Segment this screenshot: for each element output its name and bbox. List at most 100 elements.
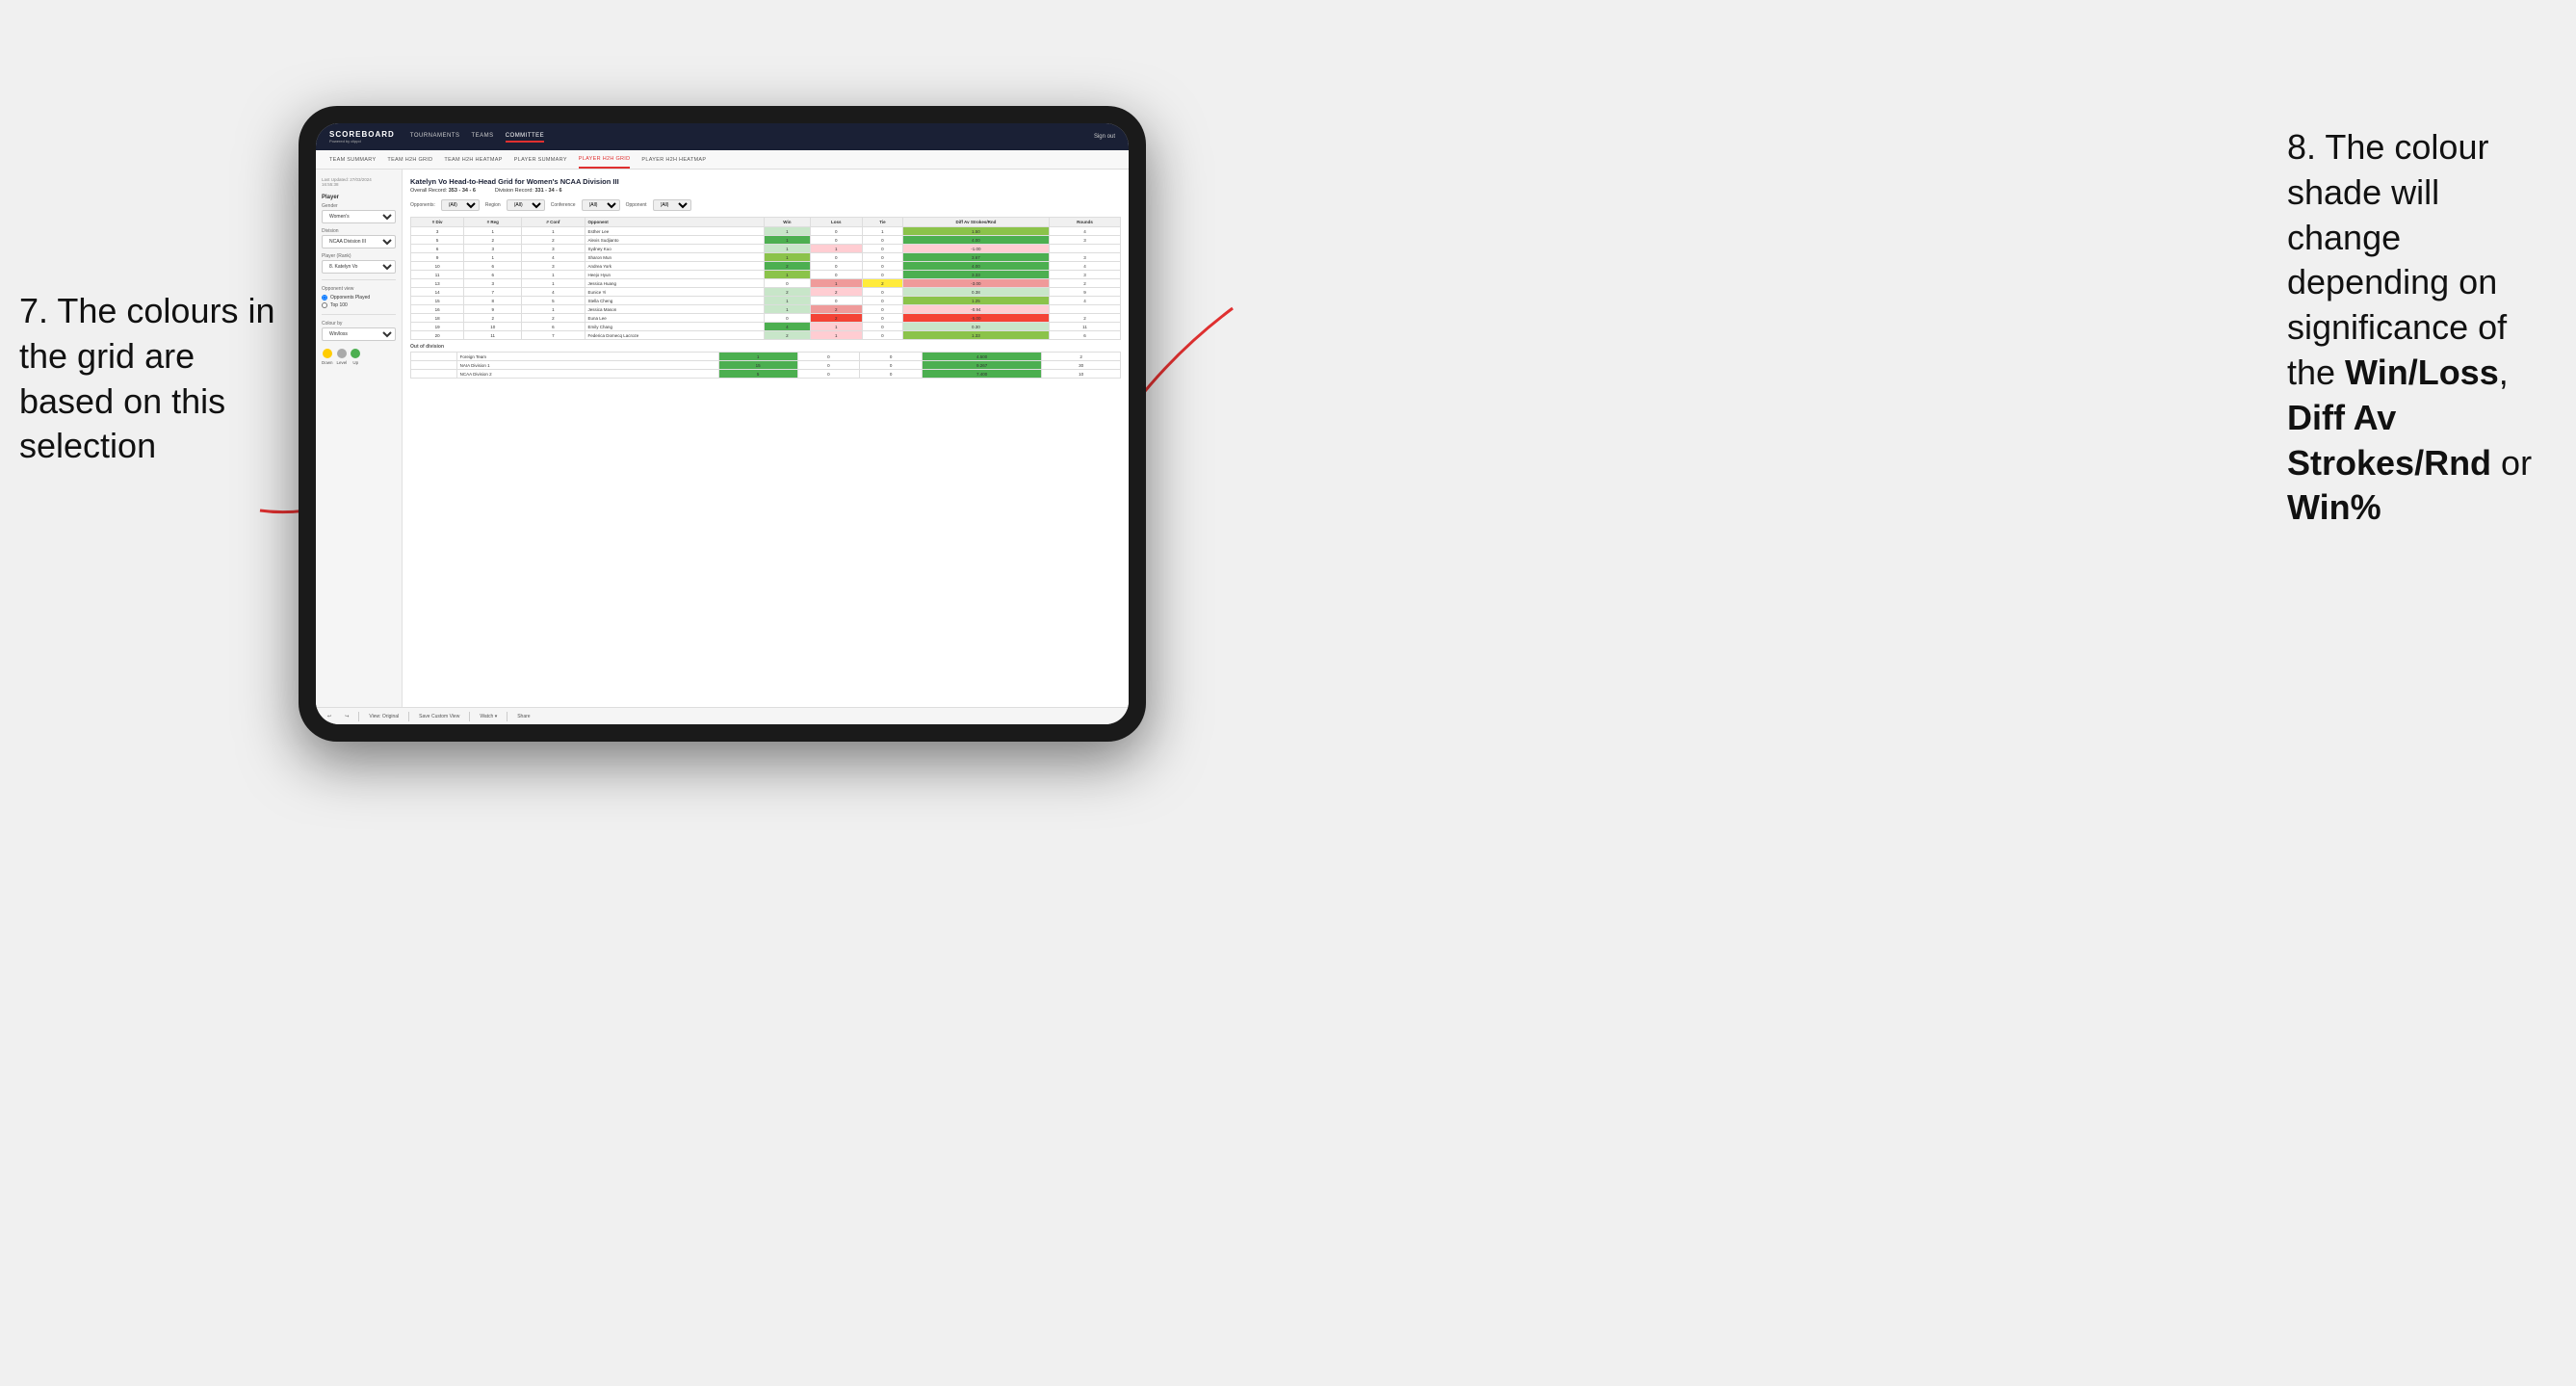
cell-diff: -5.00 xyxy=(902,314,1049,323)
cell-diff: -0.94 xyxy=(902,305,1049,314)
cell-conf: 1 xyxy=(522,227,585,236)
cell-opponent: Eunice Yi xyxy=(585,288,765,297)
table-row: 5 2 2 Alexis Sudjianto 1 0 0 4.00 3 xyxy=(411,236,1121,245)
region-filter[interactable]: (All) xyxy=(507,199,545,211)
colour-dot-up xyxy=(351,349,360,358)
cell-conf: 7 xyxy=(522,331,585,340)
cell-win: 2 xyxy=(765,262,810,271)
logo: SCOREBOARD Powered by clippd xyxy=(329,130,395,144)
cell-win: 1 xyxy=(765,305,810,314)
cell-conf: 6 xyxy=(522,323,585,331)
cell-loss: 0 xyxy=(797,361,860,370)
cell-rounds: 3 xyxy=(1050,236,1121,245)
overall-record: Overall Record: 353 - 34 - 6 xyxy=(410,188,476,194)
cell-tie: 0 xyxy=(863,305,903,314)
cell-rounds: 4 xyxy=(1050,227,1121,236)
toolbar-sep-2 xyxy=(408,712,409,721)
sub-nav: TEAM SUMMARY TEAM H2H GRID TEAM H2H HEAT… xyxy=(316,150,1129,170)
cell-opponent: Jessica Mason xyxy=(585,305,765,314)
cell-rounds: 10 xyxy=(1042,370,1121,379)
undo-btn[interactable]: ↩ xyxy=(324,713,335,720)
cell-reg: 8 xyxy=(464,297,522,305)
table-row: 13 3 1 Jessica Huang 0 1 2 -3.00 2 xyxy=(411,279,1121,288)
radio-opponents-played[interactable]: Opponents Played xyxy=(322,295,396,301)
cell-opponent: Andrea York xyxy=(585,262,765,271)
subnav-player-h2h-heatmap[interactable]: PLAYER H2H HEATMAP xyxy=(641,150,706,169)
table-row: 9 1 4 Sharon Mun 1 0 0 3.67 3 xyxy=(411,253,1121,262)
cell-div: 11 xyxy=(411,271,464,279)
cell-div: 5 xyxy=(411,236,464,245)
cell-opponent: Alexis Sudjianto xyxy=(585,236,765,245)
cell-rounds: 6 xyxy=(1050,331,1121,340)
colour-legend: Down Level Up xyxy=(322,349,396,365)
cell-loss: 0 xyxy=(810,271,863,279)
grid-title: Katelyn Vo Head-to-Head Grid for Women's… xyxy=(410,177,1121,186)
cell-tie: 0 xyxy=(863,253,903,262)
subnav-team-summary[interactable]: TEAM SUMMARY xyxy=(329,150,376,169)
top-nav: SCOREBOARD Powered by clippd TOURNAMENTS… xyxy=(316,123,1129,150)
subnav-player-h2h-grid[interactable]: PLAYER H2H GRID xyxy=(579,150,631,169)
opponents-filter[interactable]: (All) xyxy=(441,199,480,211)
tablet-screen: SCOREBOARD Powered by clippd TOURNAMENTS… xyxy=(316,123,1129,724)
nav-teams[interactable]: TEAMS xyxy=(472,131,494,143)
share-label: Share xyxy=(517,714,530,719)
table-row: 3 1 1 Esther Lee 1 0 1 1.50 4 xyxy=(411,227,1121,236)
cell-reg: 1 xyxy=(464,253,522,262)
save-custom-btn[interactable]: Save Custom View xyxy=(415,713,463,720)
share-btn[interactable]: Share xyxy=(513,713,533,720)
colour-up: Up xyxy=(351,349,360,365)
cell-rounds: 2 xyxy=(1050,314,1121,323)
subnav-team-h2h-grid[interactable]: TEAM H2H GRID xyxy=(387,150,432,169)
cell-empty xyxy=(411,361,457,370)
cell-rounds xyxy=(1050,305,1121,314)
h2h-table: # Div # Reg # Conf Opponent Win Loss Tie… xyxy=(410,217,1121,340)
cell-win: 1 xyxy=(765,236,810,245)
cell-win: 2 xyxy=(765,331,810,340)
view-original-label: View: Original xyxy=(369,714,399,719)
cell-conf: 5 xyxy=(522,297,585,305)
sidebar-player-title: Player xyxy=(322,195,396,200)
cell-div: 6 xyxy=(411,245,464,253)
save-custom-label: Save Custom View xyxy=(419,714,459,719)
conference-filter[interactable]: (All) xyxy=(582,199,620,211)
colour-by-field: Colour by Win/loss Diff Av Strokes/Rnd W… xyxy=(322,321,396,341)
colour-dot-level xyxy=(337,349,347,358)
cell-diff: 0.38 xyxy=(902,288,1049,297)
player-rank-select[interactable]: 8. Katelyn Vo xyxy=(322,260,396,274)
cell-loss: 1 xyxy=(810,323,863,331)
watch-btn[interactable]: Watch ▾ xyxy=(476,713,501,720)
nav-sign-out[interactable]: Sign out xyxy=(1094,134,1115,140)
colour-down: Down xyxy=(322,349,333,365)
out-of-division-section: Out of division Foreign Team 1 0 0 4.500… xyxy=(410,344,1121,379)
gender-select[interactable]: Women's Men's xyxy=(322,210,396,223)
bottom-toolbar: ↩ ↪ View: Original Save Custom View Watc… xyxy=(316,707,1129,724)
cell-loss: 2 xyxy=(810,305,863,314)
subnav-team-h2h-heatmap[interactable]: TEAM H2H HEATMAP xyxy=(444,150,502,169)
table-row: 20 11 7 Federica Domecq Lacroze 2 1 0 1.… xyxy=(411,331,1121,340)
cell-conf: 1 xyxy=(522,271,585,279)
colour-level: Level xyxy=(337,349,348,365)
cell-opponent: Heejo Hyun xyxy=(585,271,765,279)
cell-diff: 4.500 xyxy=(922,353,1041,361)
cell-tie: 0 xyxy=(863,323,903,331)
table-row: 6 3 3 Sydney Kuo 1 1 0 -1.00 xyxy=(411,245,1121,253)
colour-by-select[interactable]: Win/loss Diff Av Strokes/Rnd Win% xyxy=(322,327,396,341)
cell-win: 1 xyxy=(765,271,810,279)
opponent-filter[interactable]: (All) xyxy=(653,199,691,211)
cell-opponent: NCAA Division 2 xyxy=(456,370,718,379)
cell-conf: 3 xyxy=(522,245,585,253)
division-select[interactable]: NCAA Division III xyxy=(322,235,396,248)
cell-diff: 3.67 xyxy=(902,253,1049,262)
view-original-btn[interactable]: View: Original xyxy=(365,713,403,720)
top-nav-links: TOURNAMENTS TEAMS COMMITTEE xyxy=(410,131,1094,143)
cell-tie: 0 xyxy=(863,314,903,323)
col-tie: Tie xyxy=(863,218,903,227)
redo-btn[interactable]: ↪ xyxy=(341,713,352,720)
division-record: Division Record: 331 - 34 - 6 xyxy=(495,188,562,194)
nav-tournaments[interactable]: TOURNAMENTS xyxy=(410,131,460,143)
cell-empty xyxy=(411,353,457,361)
nav-committee[interactable]: COMMITTEE xyxy=(506,131,545,143)
radio-top-100[interactable]: Top 100 xyxy=(322,302,396,308)
table-row: 11 6 1 Heejo Hyun 1 0 0 3.33 3 xyxy=(411,271,1121,279)
subnav-player-summary[interactable]: PLAYER SUMMARY xyxy=(514,150,567,169)
